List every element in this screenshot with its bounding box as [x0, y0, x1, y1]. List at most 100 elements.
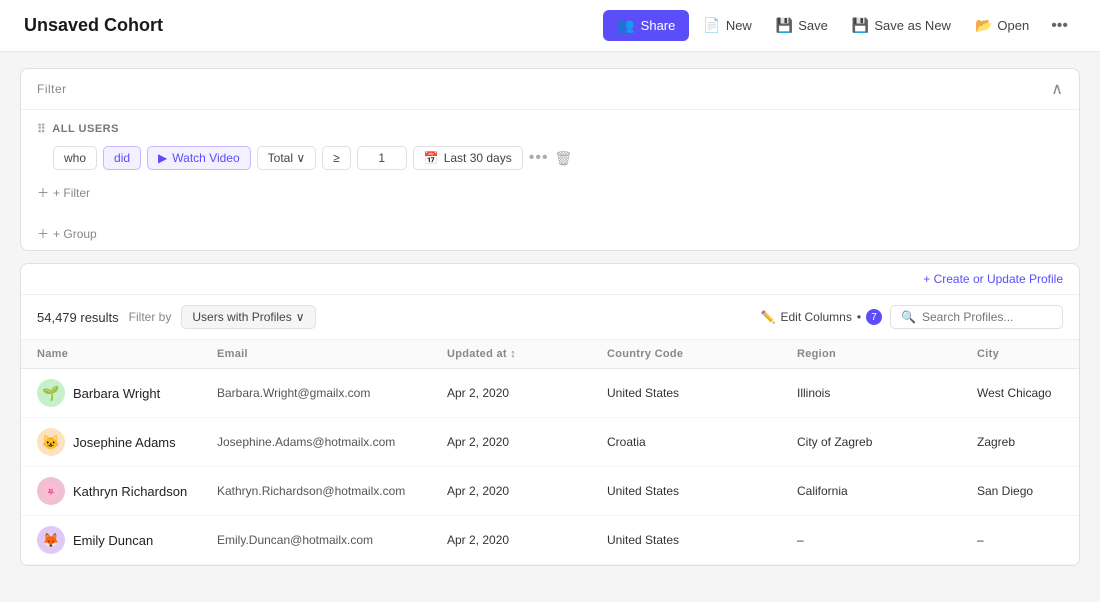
filter-label: Filter	[37, 82, 67, 96]
table-row[interactable]: 😺 Josephine Adams Josephine.Adams@hotmai…	[21, 418, 1079, 467]
edit-columns-badge: 7	[866, 309, 882, 325]
filter-value-input[interactable]	[357, 146, 407, 170]
video-icon: ▶	[158, 151, 167, 165]
table-header: Name Email Updated at ↕ Country Code Reg…	[21, 340, 1079, 369]
filter-timeframe-tag[interactable]: 📅 Last 30 days	[413, 146, 523, 170]
filter-dropdown-button[interactable]: Users with Profiles ∨	[181, 305, 315, 329]
filter-header: Filter ∧	[21, 69, 1079, 110]
share-icon: 👥	[617, 17, 634, 34]
filter-row-more-button[interactable]: •••	[529, 149, 549, 167]
filter-add-row: ＋ + Filter	[37, 180, 1063, 205]
user-region-cell: –	[797, 523, 977, 557]
user-name: Josephine Adams	[73, 435, 176, 450]
share-button[interactable]: 👥 Share	[603, 10, 689, 41]
filter-aggregate-tag[interactable]: Total ∨	[257, 146, 317, 170]
user-region-cell: California	[797, 474, 977, 508]
more-button[interactable]: •••	[1043, 11, 1076, 41]
page-title: Unsaved Cohort	[24, 15, 163, 36]
table-row[interactable]: 🌸 Kathryn Richardson Kathryn.Richardson@…	[21, 467, 1079, 516]
user-region-cell: City of Zagreb	[797, 425, 977, 459]
top-bar: Unsaved Cohort 👥 Share 📄 New 💾 Save 💾 Sa…	[0, 0, 1100, 52]
new-icon: 📄	[703, 17, 720, 34]
user-region-cell: Illinois	[797, 376, 977, 410]
user-email-cell: Emily.Duncan@hotmailx.com	[217, 523, 447, 557]
filter-row: who did ▶ Watch Video Total ∨ ≥ 📅 Last 3…	[53, 146, 1063, 170]
save-icon: 💾	[776, 17, 793, 34]
user-name-cell: 😺 Josephine Adams	[37, 418, 217, 466]
user-name: Emily Duncan	[73, 533, 153, 548]
user-updated-cell: Apr 2, 2020	[447, 474, 607, 508]
user-city-cell: San Diego	[977, 474, 1063, 508]
col-header-city: City	[977, 340, 1063, 368]
filter-section: Filter ∧ ⠿ ALL USERS who did ▶ Watch Vid…	[20, 68, 1080, 251]
save-button[interactable]: 💾 Save	[766, 11, 838, 40]
search-profiles-input[interactable]	[922, 310, 1052, 324]
avatar: 🦊	[37, 526, 65, 554]
results-count: 54,479 results	[37, 310, 119, 325]
calendar-icon: 📅	[424, 151, 439, 165]
add-group-button[interactable]: ＋ + Group	[37, 225, 97, 242]
table-body: 🌱 Barbara Wright Barbara.Wright@gmailx.c…	[21, 369, 1079, 565]
user-country-cell: United States	[607, 474, 797, 508]
all-users-label: ⠿ ALL USERS	[37, 122, 1063, 136]
filter-who-tag[interactable]: who	[53, 146, 97, 170]
col-header-name: Name	[37, 340, 217, 368]
col-header-region: Region	[797, 340, 977, 368]
create-profile-row: + Create or Update Profile	[21, 264, 1079, 295]
filter-operator-tag[interactable]: ≥	[322, 146, 351, 170]
open-button[interactable]: 📂 Open	[965, 11, 1039, 40]
filter-action-tag[interactable]: ▶ Watch Video	[147, 146, 251, 170]
user-updated-cell: Apr 2, 2020	[447, 523, 607, 557]
new-button[interactable]: 📄 New	[693, 11, 761, 40]
avatar: 😺	[37, 428, 65, 456]
toolbar-actions: 👥 Share 📄 New 💾 Save 💾 Save as New 📂 Ope…	[603, 10, 1076, 41]
user-updated-cell: Apr 2, 2020	[447, 376, 607, 410]
table-row[interactable]: 🌱 Barbara Wright Barbara.Wright@gmailx.c…	[21, 369, 1079, 418]
results-left: 54,479 results Filter by Users with Prof…	[37, 305, 316, 329]
table-row[interactable]: 🦊 Emily Duncan Emily.Duncan@hotmailx.com…	[21, 516, 1079, 565]
user-country-cell: United States	[607, 376, 797, 410]
search-box: 🔍	[890, 305, 1063, 329]
filter-collapse-button[interactable]: ∧	[1051, 79, 1063, 99]
chevron-down-icon: ∨	[296, 310, 305, 324]
user-email-cell: Barbara.Wright@gmailx.com	[217, 376, 447, 410]
results-toolbar: 54,479 results Filter by Users with Prof…	[21, 295, 1079, 340]
save-as-new-button[interactable]: 💾 Save as New	[842, 11, 961, 40]
user-city-cell: West Chicago	[977, 376, 1063, 410]
user-name-cell: 🌱 Barbara Wright	[37, 369, 217, 417]
plus-icon-group: ＋	[37, 225, 49, 242]
col-header-updated: Updated at ↕	[447, 340, 607, 368]
user-updated-cell: Apr 2, 2020	[447, 425, 607, 459]
create-profile-button[interactable]: + Create or Update Profile	[923, 272, 1063, 286]
user-city-cell: –	[977, 523, 1063, 557]
col-header-email: Email	[217, 340, 447, 368]
save-as-new-icon: 💾	[852, 17, 869, 34]
filter-by-label: Filter by	[129, 310, 172, 324]
main-content: Filter ∧ ⠿ ALL USERS who did ▶ Watch Vid…	[0, 52, 1100, 582]
edit-columns-button[interactable]: ✏️ Edit Columns • 7	[761, 309, 883, 325]
avatar: 🌸	[37, 477, 65, 505]
results-section: + Create or Update Profile 54,479 result…	[20, 263, 1080, 566]
group-row: ＋ + Group	[21, 217, 1079, 250]
avatar: 🌱	[37, 379, 65, 407]
user-name: Kathryn Richardson	[73, 484, 187, 499]
user-city-cell: Zagreb	[977, 425, 1063, 459]
filter-body: ⠿ ALL USERS who did ▶ Watch Video Total …	[21, 110, 1079, 217]
user-country-cell: United States	[607, 523, 797, 557]
user-name: Barbara Wright	[73, 386, 160, 401]
user-name-cell: 🦊 Emily Duncan	[37, 516, 217, 564]
drag-handle-icon: ⠿	[37, 122, 46, 136]
filter-did-tag[interactable]: did	[103, 146, 141, 170]
add-filter-button[interactable]: ＋ + Filter	[37, 184, 90, 201]
search-icon: 🔍	[901, 310, 916, 324]
open-icon: 📂	[975, 17, 992, 34]
user-name-cell: 🌸 Kathryn Richardson	[37, 467, 217, 515]
user-email-cell: Josephine.Adams@hotmailx.com	[217, 425, 447, 459]
edit-icon: ✏️	[761, 310, 776, 324]
col-header-country: Country Code	[607, 340, 797, 368]
user-email-cell: Kathryn.Richardson@hotmailx.com	[217, 474, 447, 508]
filter-row-delete-button[interactable]: 🗑	[555, 150, 573, 167]
user-country-cell: Croatia	[607, 425, 797, 459]
plus-icon: ＋	[37, 184, 49, 201]
results-right: ✏️ Edit Columns • 7 🔍	[761, 305, 1063, 329]
